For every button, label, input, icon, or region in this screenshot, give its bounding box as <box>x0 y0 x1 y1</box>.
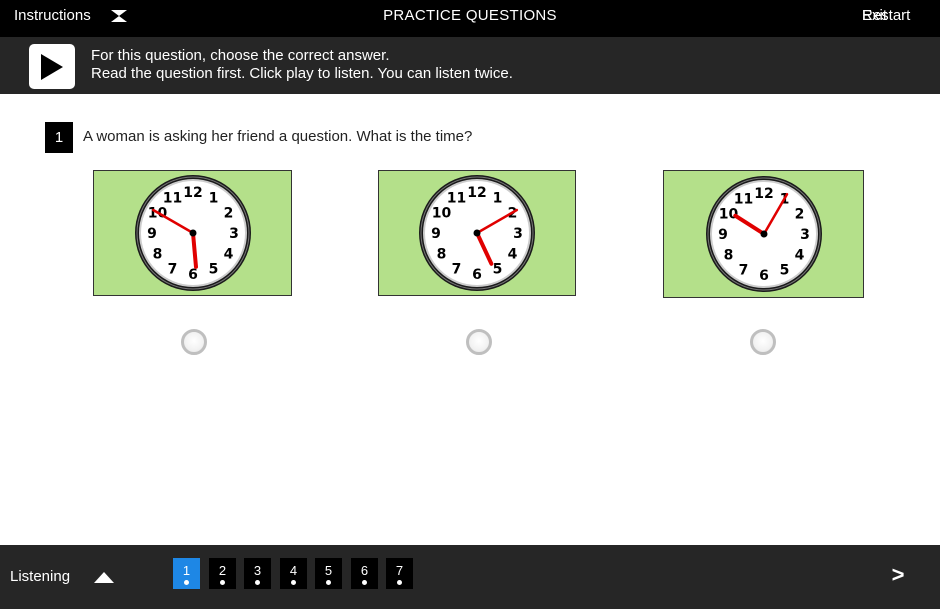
play-icon <box>41 54 63 80</box>
clock-number: 7 <box>738 263 748 279</box>
clock-number: 8 <box>152 247 162 263</box>
clock-number: 5 <box>208 262 218 278</box>
clock-number: 9 <box>431 226 441 242</box>
clock-number: 11 <box>447 191 466 207</box>
instruction-line-2: Read the question first. Click play to l… <box>91 65 513 82</box>
next-button[interactable]: > <box>885 562 911 588</box>
question-text: A woman is asking her friend a question.… <box>83 128 473 145</box>
clock-number: 4 <box>508 247 518 263</box>
play-button[interactable] <box>29 44 75 89</box>
clock-number: 12 <box>754 186 773 202</box>
top-bar: Instructions PRACTICE QUESTIONS Exit Res… <box>0 0 940 37</box>
clock-number: 1 <box>493 191 503 207</box>
question-nav-5[interactable]: 5 <box>315 558 342 589</box>
clock-number: 9 <box>147 226 157 242</box>
clock-number: 11 <box>733 192 752 208</box>
clock-number: 11 <box>162 191 181 207</box>
clock-option-2[interactable]: 121234567891011 <box>378 170 576 296</box>
clock-number: 9 <box>718 227 728 243</box>
clock-icon: 121234567891011 <box>705 176 822 292</box>
answer-radio-3[interactable] <box>750 329 776 355</box>
question-nav-4[interactable]: 4 <box>280 558 307 589</box>
page-title: PRACTICE QUESTIONS <box>383 7 557 24</box>
clock-number: 7 <box>452 262 462 278</box>
answer-radio-2[interactable] <box>466 329 492 355</box>
clock-option-3[interactable]: 121234567891011 <box>663 170 864 298</box>
question-number: 1 <box>45 122 73 153</box>
clock-number: 6 <box>188 267 198 283</box>
exit-restart-area: Exit Restart <box>862 7 922 27</box>
clock-icon: 121234567891011 <box>419 175 535 291</box>
clock-number: 2 <box>223 206 233 222</box>
clock-number: 5 <box>779 263 789 279</box>
clock-number: 10 <box>432 206 452 222</box>
clock-number: 2 <box>794 207 804 223</box>
question-nav-7[interactable]: 7 <box>386 558 413 589</box>
clock-number: 12 <box>467 185 486 201</box>
restart-button[interactable]: Restart <box>862 7 910 24</box>
clock-number: 7 <box>167 262 177 278</box>
clock-number: 6 <box>472 267 482 283</box>
question-nav-2[interactable]: 2 <box>209 558 236 589</box>
clock-number: 5 <box>493 262 503 278</box>
question-nav-6[interactable]: 6 <box>351 558 378 589</box>
clock-icon: 121234567891011 <box>134 175 251 291</box>
clock-number: 3 <box>229 226 239 242</box>
clock-number: 3 <box>513 226 523 242</box>
clock-number: 8 <box>723 248 733 264</box>
chevron-up-icon[interactable] <box>94 571 114 583</box>
instruction-line-1: For this question, choose the correct an… <box>91 47 390 64</box>
instruction-bar: For this question, choose the correct an… <box>0 37 940 94</box>
bottom-bar: Listening 1 2 3 4 5 6 7 > <box>0 545 940 609</box>
clock-number: 4 <box>223 247 233 263</box>
answer-radio-1[interactable] <box>181 329 207 355</box>
clock-number: 8 <box>437 247 447 263</box>
clock-number: 3 <box>800 227 810 243</box>
section-label: Listening <box>10 568 71 585</box>
clock-number: 12 <box>183 185 202 201</box>
clock-option-1[interactable]: 121234567891011 <box>93 170 292 296</box>
clock-number: 4 <box>794 248 804 264</box>
question-nav-1[interactable]: 1 <box>173 558 200 589</box>
clock-number: 6 <box>759 268 769 284</box>
clock-number: 1 <box>208 191 218 207</box>
question-nav-3[interactable]: 3 <box>244 558 271 589</box>
